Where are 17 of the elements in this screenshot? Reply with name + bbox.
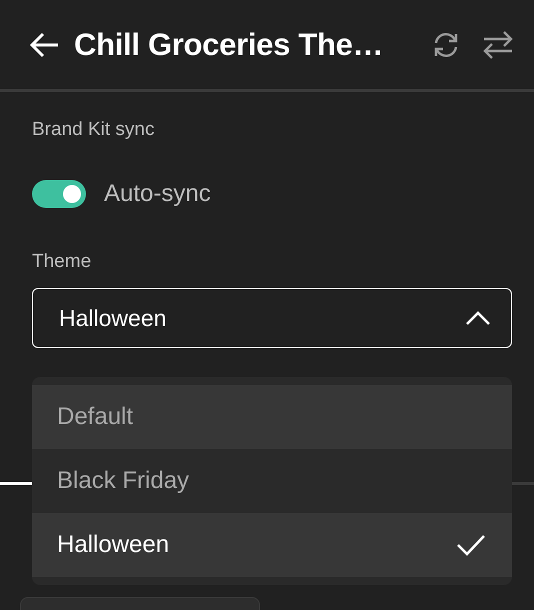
theme-dropdown[interactable]: Halloween bbox=[32, 288, 512, 348]
auto-sync-toggle[interactable] bbox=[32, 180, 86, 208]
menu-option[interactable]: Default bbox=[32, 385, 512, 449]
menu-option[interactable]: Black Friday bbox=[32, 449, 512, 513]
back-arrow-icon bbox=[28, 30, 60, 58]
refresh-icon bbox=[432, 30, 460, 58]
back-button[interactable] bbox=[28, 30, 60, 58]
refresh-button[interactable] bbox=[432, 30, 460, 58]
toggle-label: Auto-sync bbox=[104, 180, 211, 208]
field-label: Theme bbox=[32, 251, 92, 273]
swap-arrows-icon bbox=[482, 28, 514, 60]
swap-button[interactable] bbox=[482, 28, 514, 60]
section-heading: Brand Kit sync bbox=[32, 118, 156, 142]
checkmark-icon bbox=[456, 534, 486, 556]
chevron-icon bbox=[465, 310, 491, 326]
page-title: Chill Groceries The… bbox=[74, 26, 384, 62]
menu-option[interactable]: Halloween bbox=[32, 513, 512, 577]
